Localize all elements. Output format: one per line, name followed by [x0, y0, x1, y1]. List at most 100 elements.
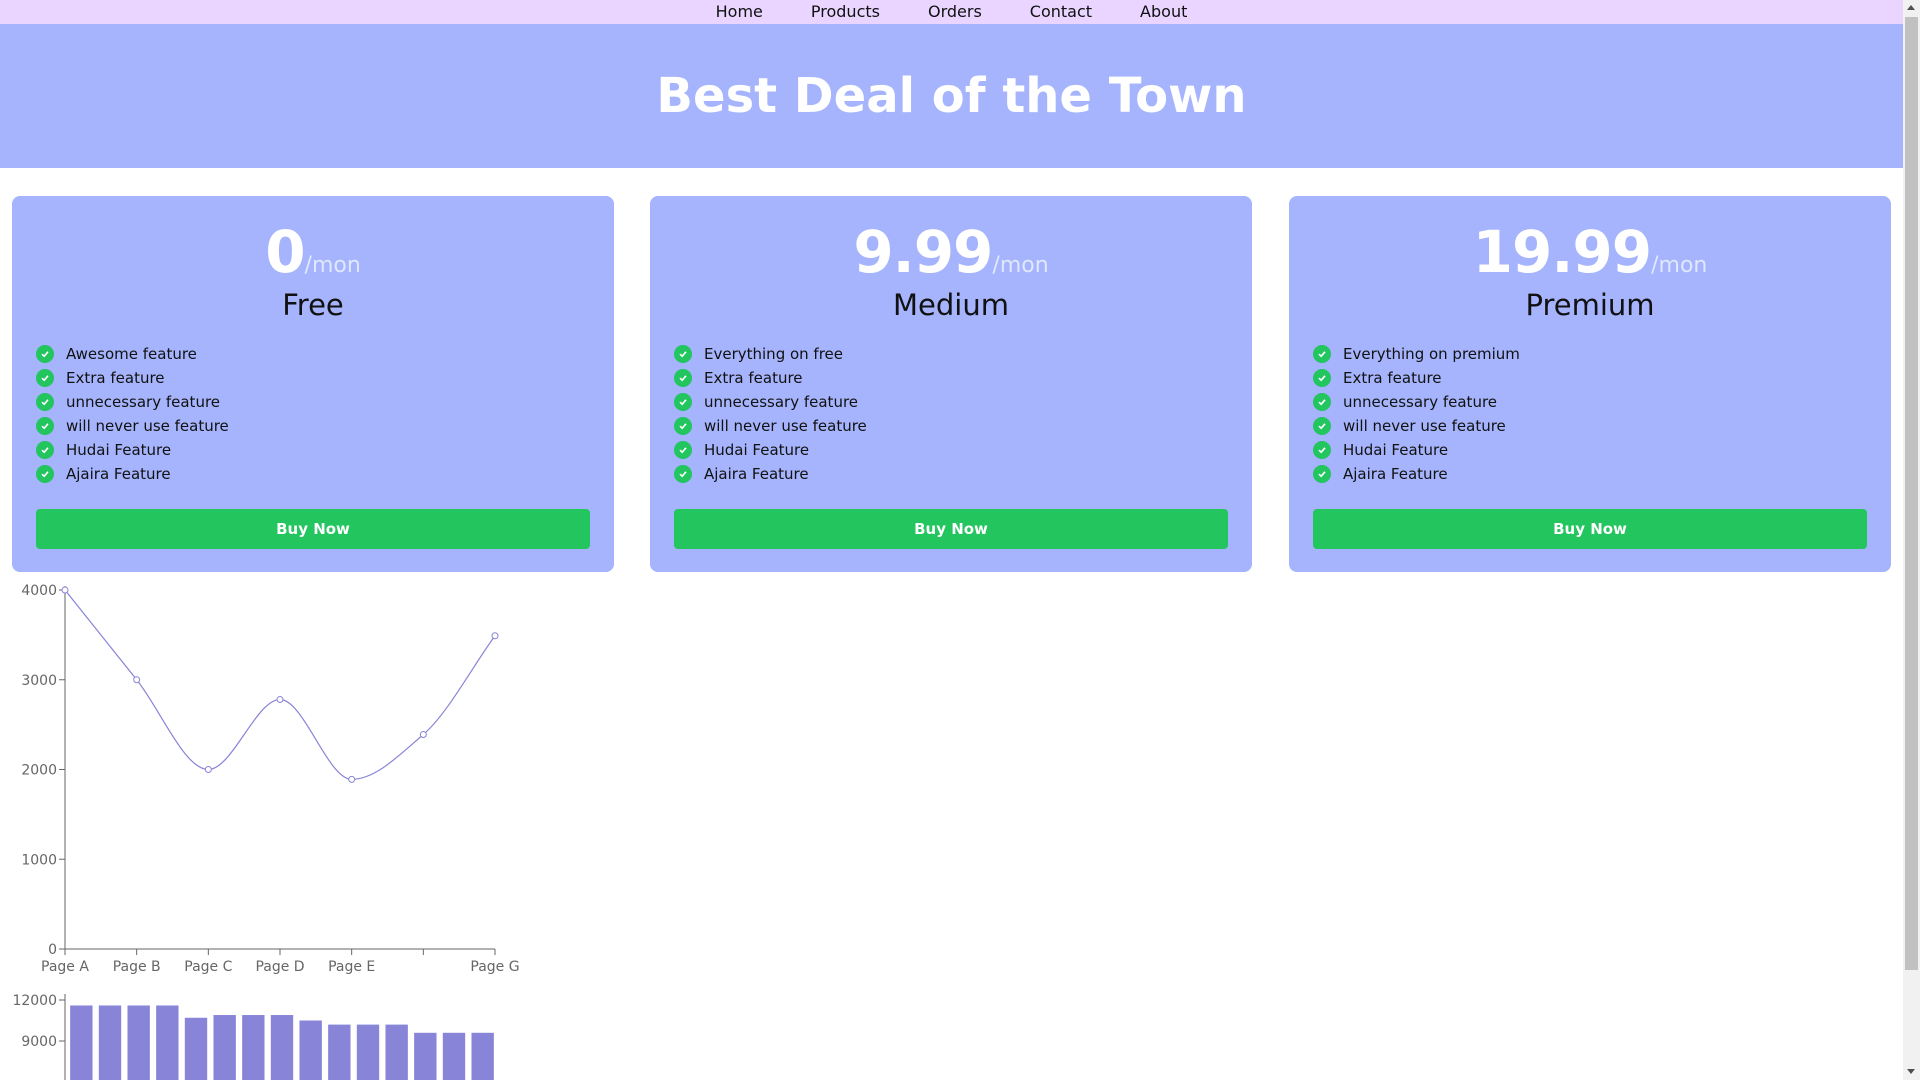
- check-circle-icon: [1313, 465, 1331, 483]
- line-point[interactable]: [348, 775, 356, 783]
- hero-banner: Best Deal of the Town: [0, 24, 1903, 168]
- feature-label: will never use feature: [66, 417, 229, 435]
- feature-item: Hudai Feature: [674, 438, 1252, 462]
- plan-name: Free: [282, 288, 344, 322]
- check-circle-icon: [36, 369, 54, 387]
- price-amount: 0: [265, 218, 305, 286]
- bar[interactable]: [270, 1015, 294, 1080]
- feature-label: unnecessary feature: [1343, 393, 1498, 411]
- bar[interactable]: [127, 1005, 150, 1080]
- scroll-up-icon[interactable]: [1907, 5, 1915, 10]
- vertical-scrollbar[interactable]: [1903, 0, 1920, 1080]
- bar[interactable]: [184, 1017, 208, 1080]
- bar[interactable]: [98, 1005, 122, 1080]
- price-amount: 19.99: [1472, 218, 1652, 286]
- feature-label: will never use feature: [1343, 417, 1506, 435]
- y-tick-label: 4000: [21, 583, 57, 599]
- check-circle-icon: [36, 345, 54, 363]
- nav-home-link[interactable]: Home: [716, 0, 763, 24]
- feature-item: will never use feature: [36, 414, 614, 438]
- line-point[interactable]: [491, 632, 499, 640]
- price-row: 0/mon: [12, 218, 614, 286]
- bar[interactable]: [299, 1020, 322, 1080]
- line-chart: 0 1000 2000 3000 4000 Page A Page B Page C Page …: [21, 583, 519, 975]
- feature-item: unnecessary feature: [36, 390, 614, 414]
- check-circle-icon: [1313, 393, 1331, 411]
- plan-name: Premium: [1525, 288, 1655, 322]
- check-circle-icon: [36, 465, 54, 483]
- check-circle-icon: [1313, 417, 1331, 435]
- feature-item: Extra feature: [1313, 366, 1891, 390]
- feature-label: Extra feature: [704, 369, 803, 387]
- nav-orders-link[interactable]: Orders: [928, 0, 982, 24]
- x-tick-label: Page A: [41, 959, 89, 975]
- bar-chart: 9000 12000: [12, 993, 494, 1080]
- y-tick-label: 2000: [21, 763, 57, 779]
- feature-item: unnecessary feature: [1313, 390, 1891, 414]
- feature-label: Extra feature: [1343, 369, 1442, 387]
- bar[interactable]: [213, 1015, 236, 1080]
- check-circle-icon: [36, 393, 54, 411]
- line-point[interactable]: [276, 695, 284, 703]
- feature-item: will never use feature: [674, 414, 1252, 438]
- check-circle-icon: [674, 345, 692, 363]
- price-period: /mon: [1651, 253, 1708, 278]
- line-series: [64, 589, 496, 780]
- line-point[interactable]: [133, 676, 141, 684]
- check-circle-icon: [36, 417, 54, 435]
- bar[interactable]: [356, 1024, 380, 1080]
- check-circle-icon: [674, 369, 692, 387]
- feature-label: Ajaira Feature: [704, 465, 809, 483]
- x-tick-label: Page C: [184, 959, 232, 975]
- buy-now-button[interactable]: Buy Now: [674, 509, 1228, 549]
- feature-item: will never use feature: [1313, 414, 1891, 438]
- bar[interactable]: [156, 1005, 179, 1080]
- buy-now-button[interactable]: Buy Now: [36, 509, 590, 549]
- feature-label: Extra feature: [66, 369, 165, 387]
- nav-products-link[interactable]: Products: [811, 0, 880, 24]
- line-point[interactable]: [204, 766, 212, 773]
- feature-item: Extra feature: [674, 366, 1252, 390]
- line-point[interactable]: [419, 730, 427, 738]
- feature-label: Everything on free: [704, 345, 844, 363]
- feature-item: Ajaira Feature: [36, 462, 614, 486]
- x-tick-label: Page G: [470, 959, 519, 975]
- feature-item: Awesome feature: [36, 342, 614, 366]
- feature-label: Awesome feature: [66, 345, 197, 363]
- top-navigation: Home Products Orders Contact About: [0, 0, 1903, 24]
- feature-item: unnecessary feature: [674, 390, 1252, 414]
- bar[interactable]: [471, 1032, 494, 1080]
- feature-item: Hudai Feature: [1313, 438, 1891, 462]
- nav-contact-link[interactable]: Contact: [1030, 0, 1092, 24]
- y-tick-label: 12000: [12, 993, 57, 1009]
- bar[interactable]: [242, 1015, 265, 1080]
- check-circle-icon: [1313, 345, 1331, 363]
- feature-label: unnecessary feature: [66, 393, 221, 411]
- bar[interactable]: [414, 1032, 437, 1080]
- check-circle-icon: [1313, 441, 1331, 459]
- bar[interactable]: [385, 1024, 408, 1080]
- feature-item: Hudai Feature: [36, 438, 614, 462]
- buy-now-button[interactable]: Buy Now: [1313, 509, 1867, 549]
- check-circle-icon: [674, 441, 692, 459]
- y-tick-label: 0: [48, 942, 57, 958]
- line-point[interactable]: [61, 586, 69, 594]
- check-circle-icon: [674, 417, 692, 435]
- pricing-card-free: 0/mon Free Awesome feature Extra feature…: [12, 196, 614, 572]
- y-tick-label: 9000: [21, 1034, 57, 1050]
- bar[interactable]: [328, 1024, 351, 1080]
- feature-item: Ajaira Feature: [1313, 462, 1891, 486]
- feature-list: Everything on free Extra feature unneces…: [674, 342, 1252, 486]
- pricing-card-premium: 19.99/mon Premium Everything on premium …: [1289, 196, 1891, 572]
- bar[interactable]: [70, 1005, 93, 1080]
- scroll-down-icon[interactable]: [1907, 1069, 1915, 1074]
- feature-label: Hudai Feature: [1343, 441, 1449, 459]
- scroll-thumb[interactable]: [1905, 17, 1918, 970]
- feature-item: Everything on free: [674, 342, 1252, 366]
- feature-label: Hudai Feature: [704, 441, 810, 459]
- nav-about-link[interactable]: About: [1140, 0, 1187, 24]
- price-period: /mon: [304, 253, 361, 278]
- hero-title: Best Deal of the Town: [656, 68, 1247, 124]
- bar[interactable]: [442, 1032, 466, 1080]
- feature-item: Everything on premium: [1313, 342, 1891, 366]
